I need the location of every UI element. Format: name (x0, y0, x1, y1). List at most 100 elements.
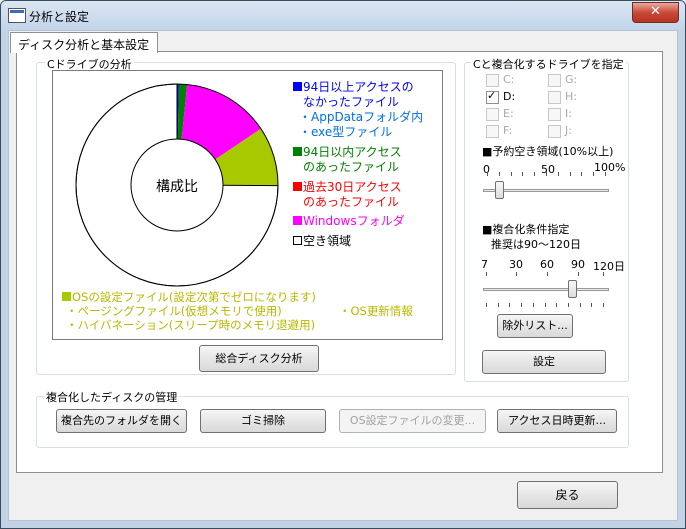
back-button[interactable]: 戻る (517, 481, 618, 509)
legend-swatch-blue (293, 82, 302, 91)
reserve-tick-50: 50 (541, 163, 555, 176)
reserve-tick-100: 100% (594, 161, 626, 174)
full-disk-analysis-button[interactable]: 総合ディスク分析 (199, 345, 319, 372)
drive-checkbox-h[interactable] (548, 91, 561, 104)
legend-label: OSの設定ファイル(設定次第でゼロになります) (72, 290, 316, 304)
legend-recent-94: 94日以内アクセス のあったファイル (293, 145, 402, 175)
condition-tick-30: 30 (509, 258, 523, 271)
slider-tick (605, 172, 606, 176)
slider-tick (521, 303, 522, 307)
slider-tick (578, 272, 579, 276)
condition-tick-60: 60 (540, 258, 554, 271)
legend-label: ・exe型ファイル (299, 125, 393, 139)
reserve-slider-thumb[interactable] (495, 181, 504, 199)
drive-checkbox-f[interactable] (486, 125, 499, 138)
drive-checkbox-e[interactable] (486, 108, 499, 121)
legend-label: のあったファイル (303, 160, 400, 174)
slider-tick (603, 272, 604, 276)
legend-recent-30: 過去30日アクセス のあったファイル (293, 180, 402, 210)
drive-checkbox-d[interactable]: ✓ (486, 89, 499, 104)
legend-swatch-red (293, 182, 302, 191)
slider-tick (547, 272, 548, 276)
slider-tick (509, 303, 510, 307)
drive-label: H: (565, 90, 577, 103)
drive-label: I: (565, 107, 572, 120)
drive-checkbox-c[interactable] (486, 74, 499, 87)
condition-title: ■複合化条件指定 (482, 223, 570, 236)
tab-disk-analysis[interactable]: ディスク分析と基本設定 (10, 32, 158, 53)
legend-swatch-green (293, 147, 302, 156)
legend-free: 空き領域 (293, 234, 351, 249)
change-os-settings-file-button[interactable]: OS設定ファイルの変更... (339, 409, 486, 433)
slider-tick (545, 303, 546, 307)
exclude-list-button[interactable]: 除外リスト... (497, 314, 573, 338)
legend-label: ・OS更新情報 (339, 304, 413, 318)
slider-tick (556, 303, 557, 307)
composition-chart: 構成比 94日以上アクセスの なかったファイル ・AppDataフォルダ内 ・e… (52, 70, 443, 340)
drive-label: J: (565, 124, 572, 137)
button-label: 総合ディスク分析 (215, 352, 303, 365)
settings-button[interactable]: 設定 (482, 350, 606, 374)
slider-tick (568, 303, 569, 307)
close-icon[interactable]: ✕ (650, 4, 661, 19)
legend-label: ・ハイバネーション(スリープ時のメモリ退避用) (66, 318, 316, 332)
condition-tick-7: 7 (481, 258, 488, 271)
drive-label: F: (503, 124, 513, 137)
drive-checkbox-j[interactable] (548, 125, 561, 138)
button-label: ゴミ掃除 (241, 414, 285, 427)
drive-label: C: (503, 73, 515, 86)
slider-tick (498, 303, 499, 307)
pie-center-label: 構成比 (156, 179, 198, 195)
condition-slider-track[interactable] (483, 288, 609, 291)
slider-tick (603, 303, 604, 307)
legend-label: ・AppDataフォルダ内 (299, 110, 424, 124)
legend-swatch-magenta (293, 216, 302, 225)
legend-windows: Windowsフォルダ (293, 214, 405, 229)
legend-os-files: OSの設定ファイル(設定次第でゼロになります) ・ページングファイル(仮想メモリ… (62, 290, 316, 332)
drive-label: G: (565, 73, 578, 86)
update-access-time-button[interactable]: アクセス日時更新... (497, 409, 617, 433)
drive-checkbox-i[interactable] (548, 108, 561, 121)
slider-tick (499, 172, 500, 176)
legend-label: 94日以内アクセス (303, 145, 402, 159)
button-label: アクセス日時更新... (508, 414, 606, 427)
slider-tick (546, 172, 547, 176)
slider-tick (558, 172, 559, 176)
condition-tick-120: 120日 (593, 260, 625, 273)
slider-tick (511, 172, 512, 176)
slider-tick (486, 272, 487, 276)
slider-tick (486, 303, 487, 307)
legend-label: 過去30日アクセス (303, 180, 402, 194)
slider-tick (534, 172, 535, 176)
condition-tick-90: 90 (571, 258, 585, 271)
cleanup-button[interactable]: ゴミ掃除 (200, 409, 326, 433)
legend-swatch-white (293, 236, 302, 245)
button-label: 設定 (533, 355, 555, 368)
slider-tick (591, 303, 592, 307)
manage-group-title: 複合化したディスクの管理 (44, 389, 180, 405)
drive-checkbox-g[interactable] (548, 74, 561, 87)
drive-label: E: (503, 107, 514, 120)
slider-tick (580, 303, 581, 307)
legend-label: 94日以上アクセスの (303, 80, 414, 94)
open-destination-folder-button[interactable]: 複合先のフォルダを開く (56, 409, 187, 433)
reserve-title: ■予約空き領域(10%以上) (482, 145, 614, 158)
button-label: 複合先のフォルダを開く (61, 414, 182, 427)
slider-tick (581, 172, 582, 176)
slider-tick (593, 172, 594, 176)
legend-label: のあったファイル (303, 195, 400, 209)
legend-swatch-olive (62, 292, 71, 301)
legend-label: Windowsフォルダ (303, 214, 405, 228)
legend-label: ・ページングファイル(仮想メモリで使用) (66, 304, 282, 318)
legend-old-files: 94日以上アクセスの なかったファイル ・AppDataフォルダ内 ・exe型フ… (293, 80, 423, 140)
slider-tick (487, 172, 488, 176)
legend-label: なかったファイル (303, 95, 400, 109)
app-icon (8, 8, 26, 23)
drive-label: D: (503, 90, 516, 103)
slider-tick (516, 272, 517, 276)
button-label: 戻る (555, 488, 580, 502)
title-bar: 分析と設定 ✕ (1, 1, 685, 31)
close-button[interactable]: ✕ (632, 2, 679, 23)
condition-slider-thumb[interactable] (568, 280, 577, 298)
legend-label: 空き領域 (303, 234, 352, 248)
